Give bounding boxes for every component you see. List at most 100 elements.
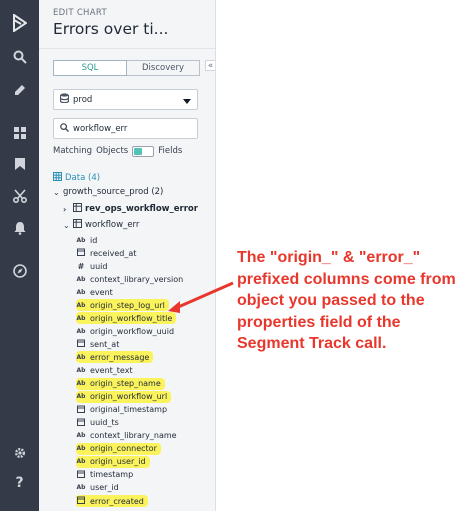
column-name: uuid [90, 261, 108, 271]
chevron-down-icon [183, 97, 191, 107]
search-icon[interactable] [0, 48, 39, 66]
edit-icon[interactable] [0, 81, 39, 99]
column-row[interactable]: Ab event_text [76, 365, 134, 377]
chevron-right-icon: › [63, 204, 67, 214]
column-name: origin_workflow_uuid [90, 326, 175, 336]
table-name: rev_ops_workflow_error [85, 204, 198, 214]
search-icon [60, 122, 69, 135]
scissors-icon[interactable] [0, 187, 39, 205]
column-name: origin_workflow_title [89, 313, 174, 323]
column-name: original_timestamp [90, 405, 168, 415]
column-row[interactable]: Ab origin_connector [76, 442, 161, 455]
search-input-value: workflow_err [73, 123, 128, 134]
annotation-text: The "origin_" & "error_" prefixed column… [237, 249, 456, 352]
column-row[interactable]: Ab origin_step_name [76, 377, 165, 390]
text-type-icon: Ab [76, 275, 86, 283]
column-name: context_library_version [90, 274, 184, 284]
column-name: origin_step_log_url [89, 300, 166, 310]
editor-panel: EDIT CHART Errors over ti... SQL Discove… [39, 0, 216, 511]
text-type-icon: Ab [76, 393, 86, 401]
matching-toggle[interactable] [132, 145, 155, 157]
column-row[interactable]: original_timestamp [76, 404, 168, 416]
column-row[interactable]: error_created [76, 495, 148, 507]
schema-name: growth_source_prod [63, 187, 149, 197]
column-name: sent_at [90, 339, 120, 349]
breadcrumb: EDIT CHART [53, 8, 107, 18]
chevron-down-icon: ⌄ [53, 187, 60, 197]
column-name: error_created [89, 496, 145, 506]
column-name: context_library_name [90, 431, 177, 441]
calendar-icon [76, 470, 86, 480]
logo-icon[interactable] [0, 12, 39, 34]
table-icon [73, 219, 82, 231]
tab-sql[interactable]: SQL [53, 60, 127, 76]
data-header-count: (4) [88, 173, 101, 183]
compass-icon[interactable] [0, 262, 39, 280]
calendar-icon [76, 248, 86, 258]
matching-option-fields: Fields [158, 146, 183, 156]
database-icon [59, 93, 70, 106]
data-section-header[interactable]: Data (4) [53, 172, 100, 184]
column-row[interactable]: Ab origin_workflow_title [76, 312, 177, 325]
schema-row[interactable]: ⌄ growth_source_prod (2) [53, 186, 163, 198]
column-name: event_text [90, 366, 133, 375]
text-type-icon: Ab [76, 353, 86, 361]
search-input[interactable]: workflow_err [53, 118, 198, 139]
column-name: origin_step_name [89, 379, 162, 389]
table-icon [73, 203, 82, 215]
column-row[interactable]: Ab origin_user_id [76, 455, 150, 468]
schema-count: (2) [151, 187, 164, 197]
column-row[interactable]: Ab event [76, 286, 114, 298]
number-type-icon: # [77, 261, 85, 271]
column-row[interactable]: # uuid [76, 260, 108, 272]
column-name: event [90, 287, 113, 297]
column-name: received_at [90, 248, 137, 258]
text-type-icon: Ab [76, 367, 86, 374]
collapse-panel-button[interactable]: « [205, 60, 215, 71]
column-name: timestamp [90, 470, 134, 480]
column-row[interactable]: sent_at [76, 338, 120, 350]
database-select[interactable]: prod [53, 89, 198, 110]
column-row[interactable]: uuid_ts [76, 417, 120, 429]
text-type-icon: Ab [76, 432, 86, 440]
column-row[interactable]: Ab error_message [76, 351, 154, 364]
bookmark-icon[interactable] [0, 155, 39, 173]
column-row[interactable]: Ab context_library_name [76, 430, 178, 442]
column-row[interactable]: Ab context_library_version [76, 273, 184, 285]
column-row[interactable]: timestamp [76, 469, 134, 481]
column-name: id [90, 235, 98, 245]
divider [39, 48, 215, 49]
column-row[interactable]: received_at [76, 247, 137, 259]
matching-toggle-row: Matching Objects Fields [53, 145, 186, 157]
column-name: uuid_ts [90, 418, 119, 428]
matching-option-objects: Objects [96, 146, 129, 156]
chevron-down-icon: ⌄ [63, 220, 70, 230]
column-name: origin_connector [89, 444, 158, 454]
page-title[interactable]: Errors over ti... [53, 20, 168, 38]
column-name: origin_workflow_url [89, 392, 169, 402]
table-row-expanded[interactable]: ⌄ workflow_err [63, 219, 139, 231]
calendar-icon [76, 418, 86, 428]
text-type-icon: Ab [76, 301, 86, 309]
text-type-icon: Ab [76, 484, 86, 492]
column-row[interactable]: Ab origin_workflow_url [76, 390, 172, 403]
tab-discovery[interactable]: Discovery [127, 60, 200, 76]
table-grid-icon [53, 172, 62, 184]
column-row[interactable]: Ab origin_workflow_uuid [76, 325, 175, 337]
calendar-icon [76, 405, 86, 415]
column-row[interactable]: Ab id [76, 234, 98, 246]
text-type-icon: Ab [76, 445, 86, 453]
matching-label: Matching [53, 146, 93, 156]
column-name: origin_user_id [89, 457, 147, 467]
help-icon[interactable]: ? [0, 474, 39, 492]
column-row[interactable]: Ab origin_step_log_url [76, 299, 169, 312]
calendar-icon [76, 339, 86, 349]
dashboard-icon[interactable] [0, 124, 39, 142]
bell-icon[interactable] [0, 219, 39, 237]
app-nav-rail: ? [0, 0, 39, 511]
text-type-icon: Ab [76, 236, 86, 244]
table-row-collapsed[interactable]: › rev_ops_workflow_error [63, 203, 198, 215]
calendar-icon [76, 496, 86, 506]
column-row[interactable]: Ab user_id [76, 482, 120, 494]
settings-icon[interactable] [0, 444, 39, 462]
